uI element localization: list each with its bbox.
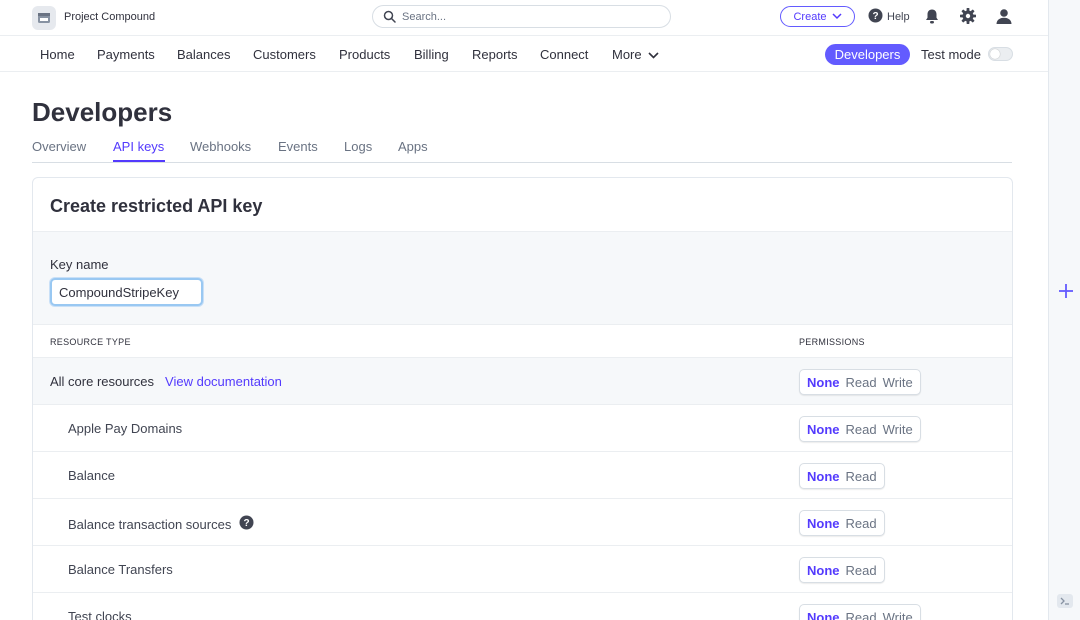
nav-item-billing[interactable]: Billing: [414, 47, 449, 62]
column-header-resource: RESOURCE TYPE: [50, 337, 131, 347]
nav-item-balances[interactable]: Balances: [177, 47, 230, 62]
table-row: Apple Pay Domains None Read Write: [33, 405, 1012, 452]
key-name-input[interactable]: [50, 278, 203, 306]
active-tab-indicator: [113, 160, 165, 162]
create-key-card: Create restricted API key Key name RESOU…: [32, 177, 1013, 620]
permission-none[interactable]: None: [807, 469, 840, 484]
search-icon: [383, 10, 396, 28]
nav-item-customers[interactable]: Customers: [253, 47, 316, 62]
permission-write[interactable]: Write: [883, 375, 913, 390]
permission-read[interactable]: Read: [846, 610, 877, 620]
permission-write[interactable]: Write: [883, 610, 913, 620]
row-label: All core resources View documentation: [50, 374, 282, 389]
key-name-section: Key name: [33, 231, 1012, 325]
card-title: Create restricted API key: [50, 196, 263, 216]
permission-none[interactable]: None: [807, 375, 840, 390]
create-button-label: Create: [793, 10, 827, 23]
search-placeholder: Search...: [402, 11, 447, 23]
permission-read[interactable]: Read: [846, 375, 877, 390]
permission-selector: None Read Write: [799, 604, 921, 620]
permission-selector: None Read: [799, 557, 885, 583]
permission-read[interactable]: Read: [846, 422, 877, 437]
plus-icon[interactable]: [1055, 280, 1077, 302]
page-title: Developers: [32, 97, 173, 127]
tab-logs[interactable]: Logs: [344, 139, 372, 154]
table-row: Test clocks None Read Write: [33, 593, 1012, 620]
row-label: Test clocks: [68, 609, 132, 620]
nav-item-payments[interactable]: Payments: [97, 47, 155, 62]
tab-webhooks[interactable]: Webhooks: [190, 139, 251, 154]
test-mode-toggle[interactable]: [988, 47, 1013, 61]
table-row: Balance Transfers None Read: [33, 546, 1012, 593]
developer-tabs: Overview API keys Webhooks Events Logs A…: [32, 132, 1012, 163]
tab-events[interactable]: Events: [278, 139, 318, 154]
row-label: Balance transaction sources ?: [68, 515, 254, 533]
permission-read[interactable]: Read: [846, 516, 877, 531]
table-row: Balance transaction sources ? None Read: [33, 499, 1012, 546]
nav-item-home[interactable]: Home: [40, 47, 75, 62]
test-mode-label: Test mode: [921, 47, 981, 62]
permission-write[interactable]: Write: [883, 422, 913, 437]
tab-api-keys[interactable]: API keys: [113, 139, 164, 154]
bell-icon[interactable]: [924, 8, 940, 30]
dashboard-app: Project Compound Search... Create ? Help: [0, 0, 1048, 620]
permission-selector: None Read: [799, 510, 885, 536]
permission-read[interactable]: Read: [846, 563, 877, 578]
permission-read[interactable]: Read: [846, 469, 877, 484]
row-label: Balance Transfers: [68, 562, 173, 577]
permission-none[interactable]: None: [807, 516, 840, 531]
create-button[interactable]: Create: [780, 6, 855, 27]
nav-item-reports[interactable]: Reports: [472, 47, 518, 62]
gear-icon[interactable]: [959, 7, 977, 30]
table-row: Balance None Read: [33, 452, 1012, 499]
nav-more-label: More: [612, 47, 642, 62]
row-label: Apple Pay Domains: [68, 421, 183, 436]
permission-selector: None Read Write: [799, 369, 921, 395]
svg-text:?: ?: [872, 11, 878, 22]
tab-apps[interactable]: Apps: [398, 139, 428, 154]
row-label-text: Balance transaction sources: [68, 516, 232, 532]
nav-item-more[interactable]: More: [612, 47, 659, 62]
key-name-label: Key name: [50, 257, 109, 272]
account-name[interactable]: Project Compound: [64, 11, 155, 23]
question-icon[interactable]: ?: [239, 515, 254, 533]
user-icon[interactable]: [995, 7, 1013, 30]
search-bar[interactable]: Search...: [372, 5, 671, 28]
main-nav: Home Payments Balances Customers Product…: [0, 36, 1048, 72]
table-header: RESOURCE TYPE PERMISSIONS: [33, 325, 1012, 358]
svg-text:?: ?: [244, 518, 250, 529]
help-label: Help: [887, 11, 910, 23]
right-rail: [1048, 0, 1080, 620]
nav-item-connect[interactable]: Connect: [540, 47, 588, 62]
permission-selector: None Read Write: [799, 416, 921, 442]
tab-overview[interactable]: Overview: [32, 139, 86, 154]
view-documentation-link[interactable]: View documentation: [165, 374, 282, 389]
top-bar: Project Compound Search... Create ? Help: [0, 0, 1048, 36]
permission-none[interactable]: None: [807, 563, 840, 578]
help-icon: ?: [868, 8, 883, 26]
chevron-down-icon: [648, 47, 659, 62]
table-row: All core resources View documentation No…: [33, 358, 1012, 405]
permission-selector: None Read: [799, 463, 885, 489]
nav-item-products[interactable]: Products: [339, 47, 390, 62]
developers-button[interactable]: Developers: [825, 44, 910, 65]
chevron-down-icon: [831, 11, 842, 23]
row-label: Balance: [68, 468, 115, 483]
permission-none[interactable]: None: [807, 610, 840, 620]
core-resources-label: All core resources: [50, 374, 155, 389]
help-button[interactable]: ? Help: [868, 8, 910, 26]
permission-none[interactable]: None: [807, 422, 840, 437]
terminal-icon[interactable]: [1057, 594, 1073, 608]
column-header-permissions: PERMISSIONS: [799, 337, 865, 347]
account-logo-icon[interactable]: [32, 6, 56, 30]
